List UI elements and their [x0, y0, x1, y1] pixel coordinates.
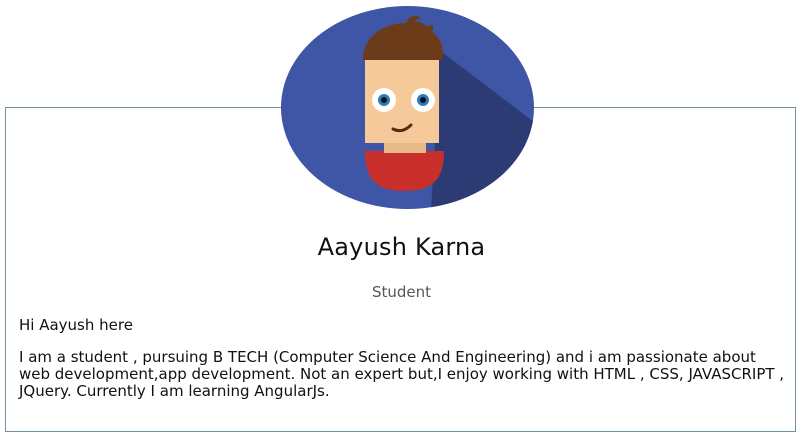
profile-page: Aayush Karna Student Hi Aayush here I am… — [0, 0, 803, 439]
profile-role: Student — [371, 283, 432, 301]
profile-avatar — [281, 6, 534, 209]
cartoon-boy-avatar-icon — [281, 6, 534, 209]
profile-greeting: Hi Aayush here — [19, 316, 133, 334]
profile-bio: I am a student , pursuing B TECH (Comput… — [19, 348, 785, 400]
profile-name: Aayush Karna — [317, 233, 486, 261]
